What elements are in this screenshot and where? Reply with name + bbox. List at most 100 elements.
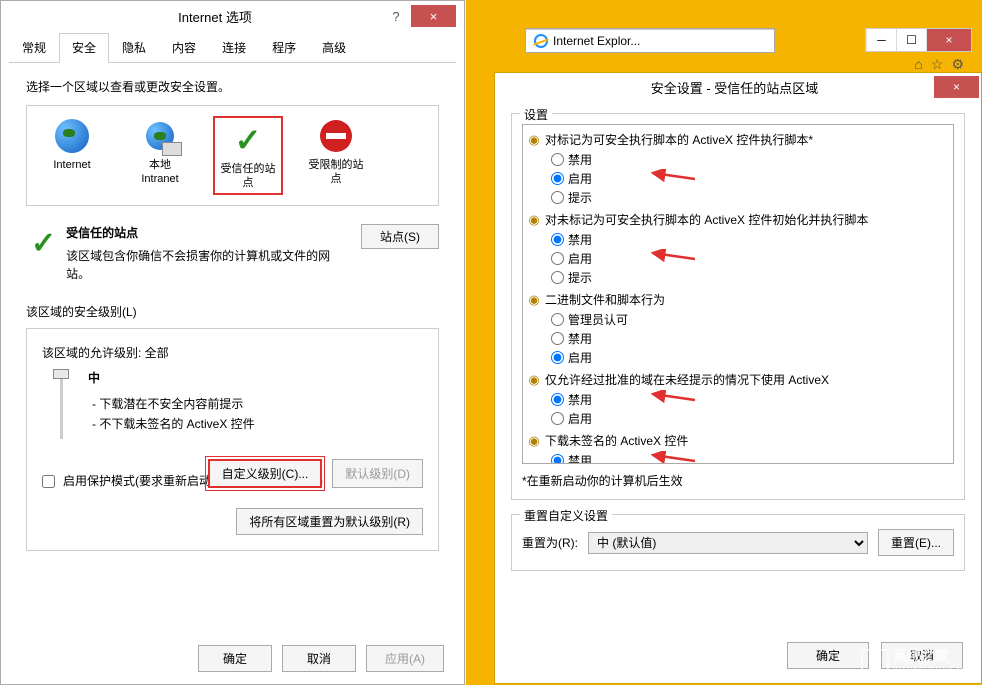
settings-tree[interactable]: ◉对标记为可安全执行脚本的 ActiveX 控件执行脚本*禁用启用提示◉对未标记… <box>522 124 954 464</box>
settings-legend: 设置 <box>520 106 552 123</box>
settings-option[interactable]: 禁用 <box>527 390 949 409</box>
level-desc-2: - 不下载未签名的 ActiveX 控件 <box>88 414 423 434</box>
security-close-button[interactable]: × <box>934 76 979 98</box>
gear-icon: ◉ <box>527 213 541 227</box>
option-label: 禁用 <box>568 452 592 464</box>
zone-name-trusted: 受信任的站 点 <box>217 162 279 191</box>
settings-option[interactable]: 启用 <box>527 169 949 188</box>
option-radio[interactable] <box>551 332 564 345</box>
option-radio[interactable] <box>551 313 564 326</box>
security-titlebar: 安全设置 - 受信任的站点区域 × <box>495 73 981 101</box>
protected-mode-checkbox[interactable] <box>42 475 55 488</box>
option-radio[interactable] <box>551 153 564 166</box>
option-radio[interactable] <box>551 412 564 425</box>
ie-icon <box>534 34 548 48</box>
option-radio[interactable] <box>551 271 564 284</box>
option-label: 启用 <box>568 410 592 427</box>
settings-group: ◉对未标记为可安全执行脚本的 ActiveX 控件初始化并执行脚本禁用启用提示 <box>527 209 949 287</box>
settings-option[interactable]: 禁用 <box>527 329 949 348</box>
gear-icon: ◉ <box>527 133 541 147</box>
security-level-slider[interactable] <box>52 369 70 459</box>
option-label: 启用 <box>568 170 592 187</box>
reset-button[interactable]: 重置(E)... <box>878 529 954 556</box>
settings-option[interactable]: 禁用 <box>527 451 949 464</box>
home-icon[interactable]: ⌂ <box>914 56 922 73</box>
settings-option[interactable]: 启用 <box>527 348 949 367</box>
security-level-label: 该区域的安全级别(L) <box>26 303 439 320</box>
option-radio[interactable] <box>551 454 564 464</box>
option-radio[interactable] <box>551 252 564 265</box>
settings-option[interactable]: 提示 <box>527 268 949 287</box>
settings-option[interactable]: 禁用 <box>527 230 949 249</box>
settings-option[interactable]: 提示 <box>527 188 949 207</box>
annotation-arrow-icon <box>647 249 697 268</box>
settings-group-label: ◉二进制文件和脚本行为 <box>527 289 949 310</box>
option-radio[interactable] <box>551 351 564 364</box>
level-name: 中 <box>88 369 423 386</box>
browser-tab-bar: Internet Explor... <box>525 28 775 53</box>
settings-group: ◉仅允许经过批准的域在未经提示的情况下使用 ActiveX禁用启用 <box>527 369 949 428</box>
zone-intranet[interactable]: 本地 Intranet <box>125 116 195 195</box>
favorites-icon[interactable]: ☆ <box>931 56 944 73</box>
option-radio[interactable] <box>551 233 564 246</box>
tab-general[interactable]: 常规 <box>9 33 59 62</box>
sites-button[interactable]: 站点(S) <box>361 224 439 249</box>
allowed-levels: 该区域的允许级别: 全部 <box>42 344 423 361</box>
option-label: 启用 <box>568 250 592 267</box>
settings-gear-icon[interactable]: ⚙ <box>951 56 964 73</box>
tab-advanced[interactable]: 高级 <box>309 33 359 62</box>
settings-group: ◉对标记为可安全执行脚本的 ActiveX 控件执行脚本*禁用启用提示 <box>527 129 949 207</box>
settings-option[interactable]: 启用 <box>527 249 949 268</box>
settings-group-label: ◉对标记为可安全执行脚本的 ActiveX 控件执行脚本* <box>527 129 949 150</box>
level-desc-1: - 下载潜在不安全内容前提示 <box>88 394 423 414</box>
reset-fieldset: 重置自定义设置 重置为(R): 中 (默认值) 重置(E)... <box>511 514 965 571</box>
settings-group-label: ◉仅允许经过批准的域在未经提示的情况下使用 ActiveX <box>527 369 949 390</box>
default-level-button[interactable]: 默认级别(D) <box>332 459 423 488</box>
option-radio[interactable] <box>551 393 564 406</box>
zone-trusted[interactable]: ✓ 受信任的站 点 <box>213 116 283 195</box>
security-dialog-title: 安全设置 - 受信任的站点区域 <box>495 78 934 97</box>
tab-content[interactable]: 内容 <box>159 33 209 62</box>
zone-info-desc: 该区域包含你确信不会损害你的计算机或文件的网站。 <box>66 247 351 283</box>
annotation-arrow-icon <box>647 451 697 464</box>
zone-internet[interactable]: Internet <box>37 116 107 195</box>
zone-restricted[interactable]: 受限制的站 点 <box>301 116 371 195</box>
settings-option[interactable]: 禁用 <box>527 150 949 169</box>
minimize-button[interactable]: ─ <box>866 29 896 51</box>
annotation-arrow-icon <box>647 390 697 409</box>
settings-fieldset: 设置 ◉对标记为可安全执行脚本的 ActiveX 控件执行脚本*禁用启用提示◉对… <box>511 113 965 500</box>
security-ok-button[interactable]: 确定 <box>787 642 869 669</box>
browser-tab[interactable]: Internet Explor... <box>526 29 774 52</box>
gear-icon: ◉ <box>527 434 541 448</box>
close-window-button[interactable]: × <box>926 29 971 51</box>
option-label: 提示 <box>568 269 592 286</box>
tab-privacy[interactable]: 隐私 <box>109 33 159 62</box>
settings-group-label: ◉下载未签名的 ActiveX 控件 <box>527 430 949 451</box>
option-radio[interactable] <box>551 191 564 204</box>
intranet-icon <box>146 122 174 150</box>
option-radio[interactable] <box>551 172 564 185</box>
option-label: 管理员认可 <box>568 311 628 328</box>
cancel-button[interactable]: 取消 <box>282 645 356 672</box>
zone-name-restricted: 受限制的站 点 <box>301 158 371 187</box>
tab-programs[interactable]: 程序 <box>259 33 309 62</box>
watermark-text: 系统之家 <box>893 646 974 666</box>
settings-option[interactable]: 管理员认可 <box>527 310 949 329</box>
help-button[interactable]: ? <box>381 5 411 27</box>
reset-to-label: 重置为(R): <box>522 534 578 551</box>
settings-group-label: ◉对未标记为可安全执行脚本的 ActiveX 控件初始化并执行脚本 <box>527 209 949 230</box>
apply-button[interactable]: 应用(A) <box>366 645 444 672</box>
settings-option[interactable]: 启用 <box>527 409 949 428</box>
zone-name-internet: Internet <box>37 158 107 172</box>
dialog-title: Internet 选项 <box>9 7 381 26</box>
maximize-button[interactable]: ☐ <box>896 29 926 51</box>
tab-connections[interactable]: 连接 <box>209 33 259 62</box>
custom-level-button[interactable]: 自定义级别(C)... <box>208 459 323 488</box>
ok-button[interactable]: 确定 <box>198 645 272 672</box>
tab-security[interactable]: 安全 <box>59 33 109 63</box>
restricted-icon <box>320 120 352 152</box>
reset-all-zones-button[interactable]: 将所有区域重置为默认级别(R) <box>236 508 423 535</box>
internet-options-dialog: Internet 选项 ? × 常规 安全 隐私 内容 连接 程序 高级 选择一… <box>0 0 465 685</box>
close-button[interactable]: × <box>411 5 456 27</box>
reset-level-select[interactable]: 中 (默认值) <box>588 532 868 554</box>
